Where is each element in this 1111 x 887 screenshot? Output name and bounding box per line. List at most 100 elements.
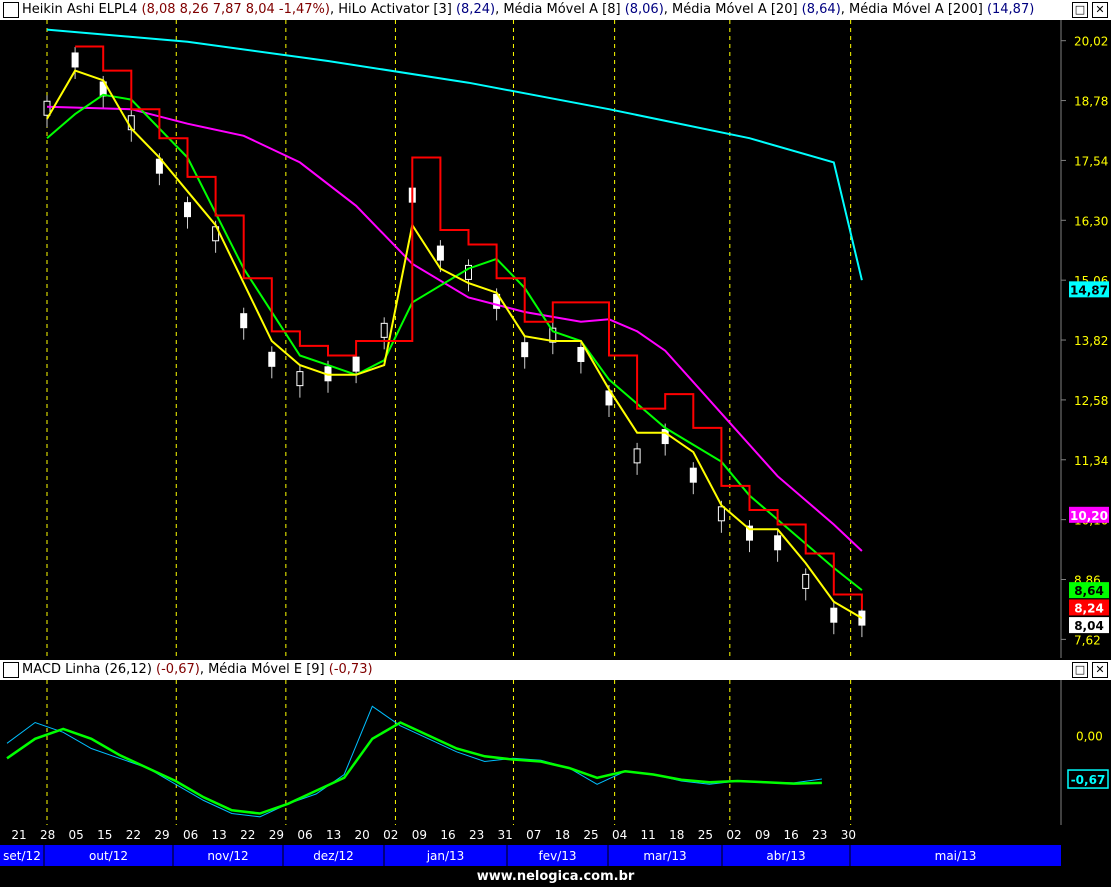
y-tick-label: 11,34 [1074, 454, 1108, 468]
candle-body [436, 245, 444, 261]
badge-label: -0,67 [1071, 773, 1106, 787]
month-label: nov/12 [207, 849, 248, 863]
series-line [46, 28, 863, 281]
candle-body [296, 371, 304, 387]
candle-body [352, 356, 360, 372]
x-day-label: 23 [812, 828, 827, 842]
main-title-segment: (8,24) [455, 2, 496, 17]
candle-body [268, 351, 276, 367]
month-label: mar/13 [643, 849, 686, 863]
candle-body [380, 322, 388, 338]
main-title-segment: , Média Móvel A [20] [663, 2, 802, 17]
x-day-label: 06 [183, 828, 198, 842]
main-title-segment: , HiLo Activator [3] [329, 2, 456, 17]
x-day-label: 02 [383, 828, 398, 842]
last-value-badge: 8,64 [1069, 582, 1109, 599]
candle-body [71, 52, 79, 68]
macd-title-segment: MACD Linha (26,12) [22, 662, 157, 677]
x-day-label: 22 [126, 828, 141, 842]
y-tick-label: 0,00 [1076, 730, 1103, 744]
x-day-label: 21 [11, 828, 26, 842]
x-day-label: 06 [297, 828, 312, 842]
x-day-label: 05 [69, 828, 84, 842]
badge-label: 10,20 [1070, 509, 1108, 523]
footer-url[interactable]: www.nelogica.com.br [0, 866, 1111, 887]
x-day-label: 22 [240, 828, 255, 842]
candle-body [577, 346, 585, 362]
macd-chart-title: MACD Linha (26,12) (-0,67), Média Móvel … [22, 660, 373, 680]
x-day-label: 23 [469, 828, 484, 842]
last-value-badge: 14,87 [1069, 281, 1109, 298]
x-day-label: 09 [755, 828, 770, 842]
main-panel-titlebar: Heikin Ashi ELPL4 (8,08 8,26 7,87 8,04 -… [0, 0, 1111, 20]
x-day-label: 18 [669, 828, 684, 842]
x-day-label: 30 [841, 828, 856, 842]
y-tick-label: 7,62 [1074, 633, 1101, 647]
month-label: jan/13 [426, 849, 465, 863]
y-tick-label: 13,82 [1074, 334, 1108, 348]
macd-title-segment: (-0,67) [156, 662, 200, 677]
x-day-label: 02 [726, 828, 741, 842]
month-label: dez/12 [313, 849, 354, 863]
badge-label: 8,24 [1074, 601, 1104, 615]
main-chart-title: Heikin Ashi ELPL4 (8,08 8,26 7,87 8,04 -… [22, 0, 1034, 20]
close-icon[interactable]: ✕ [1092, 662, 1108, 678]
panel-menu-icon[interactable] [3, 662, 19, 678]
candle-body [240, 313, 248, 329]
panel-menu-icon[interactable] [3, 2, 19, 18]
x-day-label: 07 [526, 828, 541, 842]
month-label: set/12 [3, 849, 41, 863]
series-line [46, 69, 863, 619]
x-day-label: 31 [498, 828, 513, 842]
candle-body [184, 202, 191, 218]
x-day-label: 13 [212, 828, 227, 842]
candle-body [521, 342, 529, 358]
main-title-segment: (8,06) [624, 2, 664, 17]
macd-line [6, 721, 822, 815]
x-day-label: 18 [555, 828, 570, 842]
maximize-icon[interactable]: □ [1072, 662, 1088, 678]
main-title-segment: Heikin Ashi ELPL4 [22, 2, 142, 17]
candle-body [774, 535, 782, 551]
macd-panel-titlebar: MACD Linha (26,12) (-0,67), Média Móvel … [0, 660, 1111, 680]
month-labels: set/12 out/12 nov/12 dez/12 jan/13 fev/13 mar/… [3, 845, 976, 866]
badge-label: 8,64 [1074, 584, 1104, 598]
close-icon[interactable]: ✕ [1092, 2, 1108, 18]
month-label: fev/13 [538, 849, 576, 863]
main-title-segment: (8,08 8,26 7,87 8,04 -1,47%) [141, 2, 330, 17]
last-value-badge: 10,20 [1069, 506, 1109, 523]
main-title-segment: (14,87) [986, 2, 1035, 17]
y-tick-label: 17,54 [1074, 154, 1108, 168]
x-day-label: 25 [698, 828, 713, 842]
x-day-label: 11 [641, 828, 656, 842]
candle-body [830, 607, 838, 623]
candle-body [633, 448, 641, 464]
macd-title-segment: , Média Móvel E [9] [199, 662, 329, 677]
maximize-icon[interactable]: □ [1072, 2, 1088, 18]
main-title-segment: , Média Móvel A [8] [495, 2, 625, 17]
month-label: abr/13 [766, 849, 805, 863]
main-title-segment: (8,64) [801, 2, 841, 17]
x-day-label: 28 [40, 828, 55, 842]
last-value-badge: 8,24 [1069, 599, 1109, 616]
main-title-segment: , Média Móvel A [200] [840, 2, 987, 17]
badge-label: 14,87 [1070, 283, 1108, 297]
x-day-label: 15 [97, 828, 112, 842]
x-day-label: 16 [784, 828, 799, 842]
x-day-label: 16 [440, 828, 455, 842]
x-day-label: 29 [269, 828, 284, 842]
x-day-label: 04 [612, 828, 627, 842]
macd-line [6, 705, 822, 818]
x-day-label: 09 [412, 828, 427, 842]
candle-body [717, 506, 725, 522]
macd-chart: 0,00 -0,67 [6, 680, 1109, 825]
y-tick-label: 12,58 [1074, 394, 1108, 408]
y-tick-label: 16,30 [1074, 214, 1108, 228]
candle-body [802, 573, 810, 589]
x-axis-days: 21 28 05 15 22 29 06 13 22 29 06 13 20 02 09 16 23 31 07 18… [11, 828, 856, 842]
x-day-label: 29 [154, 828, 169, 842]
candle-body [689, 467, 697, 483]
x-day-label: 13 [326, 828, 341, 842]
x-day-label: 25 [583, 828, 598, 842]
macd-title-segment: (-0,73) [328, 662, 373, 677]
